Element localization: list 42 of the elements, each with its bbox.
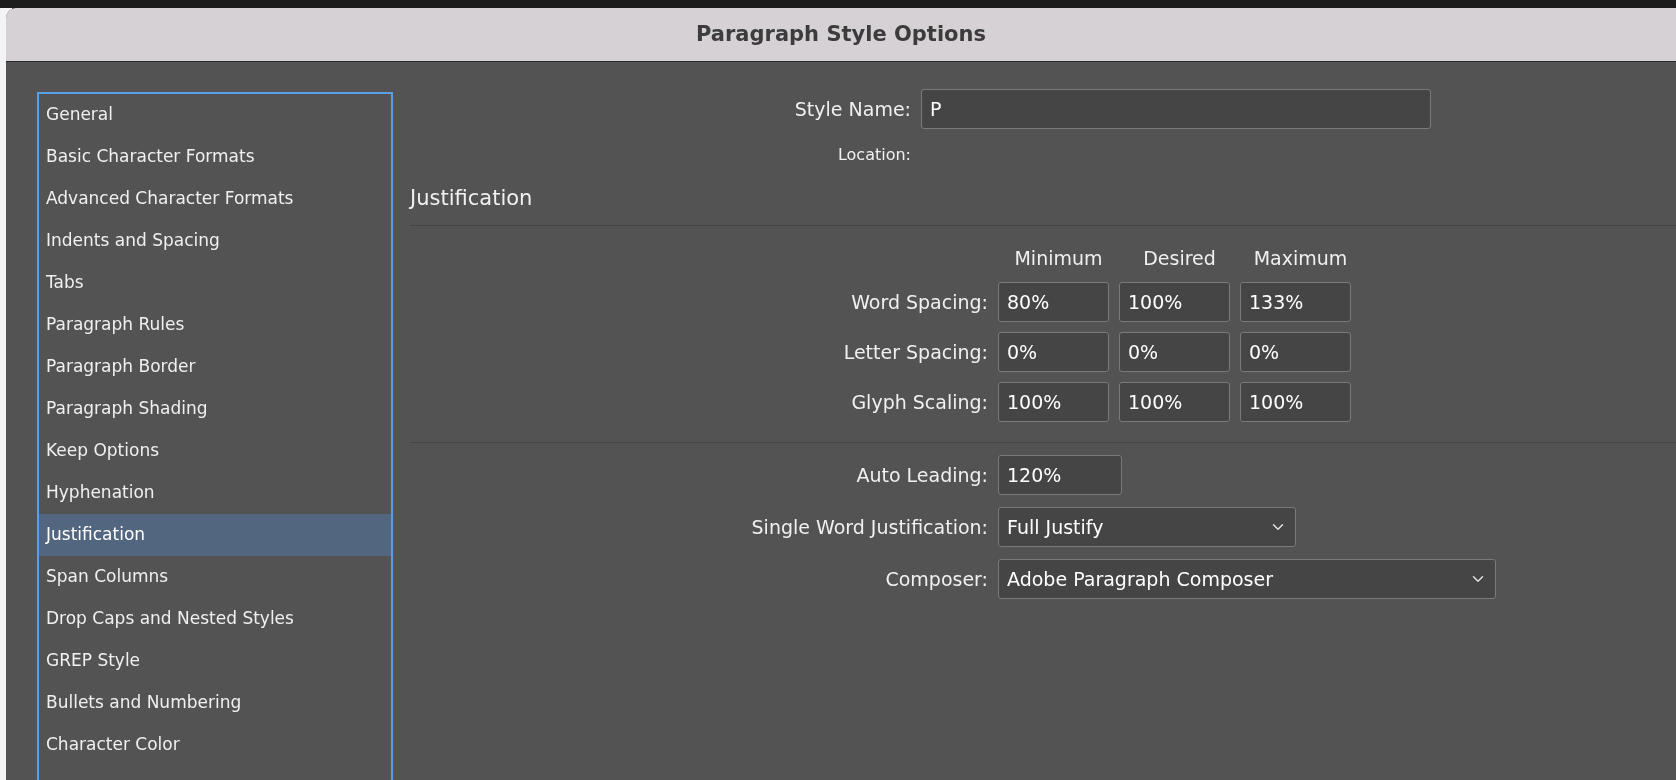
style-name-field[interactable]: P: [921, 89, 1431, 129]
category-item[interactable]: Paragraph Shading: [39, 388, 391, 430]
category-item[interactable]: Basic Character Formats: [39, 136, 391, 178]
dropdown[interactable]: Adobe Paragraph Composer: [998, 559, 1496, 599]
category-item[interactable]: Span Columns: [39, 556, 391, 598]
field-label: Letter Spacing:: [842, 339, 989, 365]
category-item[interactable]: General: [39, 94, 391, 136]
auto-leading-field[interactable]: 120%: [998, 455, 1122, 495]
spacing-field[interactable]: 0%: [998, 332, 1109, 372]
category-item[interactable]: Indents and Spacing: [39, 220, 391, 262]
field-label: Single Word Justification:: [750, 514, 989, 540]
field-label: Word Spacing:: [850, 289, 989, 315]
field-label: Location:: [836, 144, 912, 166]
category-item[interactable]: Bullets and Numbering: [39, 682, 391, 724]
column-header: Minimum: [1013, 245, 1104, 271]
category-item[interactable]: Paragraph Rules: [39, 304, 391, 346]
spacing-field[interactable]: 100%: [1119, 282, 1230, 322]
category-item[interactable]: Character Color: [39, 724, 391, 766]
field-label: Composer:: [884, 566, 989, 592]
column-header: Maximum: [1252, 245, 1349, 271]
field-label: Auto Leading:: [855, 462, 989, 488]
field-label: Glyph Scaling:: [850, 389, 989, 415]
category-item[interactable]: GREP Style: [39, 640, 391, 682]
dropdown[interactable]: Full Justify: [998, 507, 1296, 547]
column-header: Desired: [1142, 245, 1217, 271]
spacing-field[interactable]: 100%: [1240, 382, 1351, 422]
spacing-field[interactable]: 80%: [998, 282, 1109, 322]
category-item[interactable]: Hyphenation: [39, 472, 391, 514]
spacing-field[interactable]: 0%: [1240, 332, 1351, 372]
category-item[interactable]: Drop Caps and Nested Styles: [39, 598, 391, 640]
section-title: Justification: [410, 185, 534, 212]
category-item[interactable]: Tabs: [39, 262, 391, 304]
spacing-field[interactable]: 0%: [1119, 332, 1230, 372]
spacing-field[interactable]: 133%: [1240, 282, 1351, 322]
spacing-field[interactable]: 100%: [1119, 382, 1230, 422]
category-item[interactable]: Justification: [39, 514, 391, 556]
window-title: Paragraph Style Options: [696, 20, 986, 48]
category-item[interactable]: Advanced Character Formats: [39, 178, 391, 220]
field-label: Style Name:: [793, 96, 912, 122]
spacing-field[interactable]: 100%: [998, 382, 1109, 422]
category-item[interactable]: Keep Options: [39, 430, 391, 472]
category-item[interactable]: Paragraph Border: [39, 346, 391, 388]
